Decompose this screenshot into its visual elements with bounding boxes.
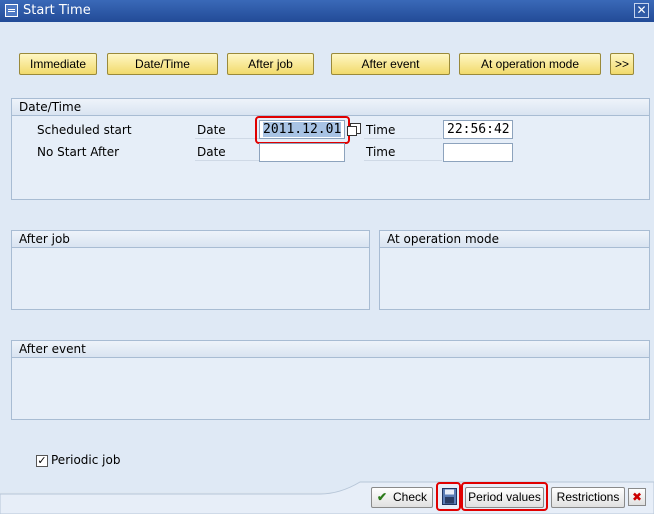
scheduled-start-label: Scheduled start xyxy=(37,123,132,137)
scheduled-start-date-label: Date xyxy=(195,121,259,139)
after-job-group: After job xyxy=(11,230,370,310)
save-highlight xyxy=(436,482,461,511)
calendar-picker-icon[interactable] xyxy=(347,123,361,136)
cancel-icon[interactable]: ✖ xyxy=(628,488,646,506)
no-start-after-date-label: Date xyxy=(195,143,259,161)
check-button-label: Check xyxy=(393,490,428,504)
check-icon: ✔ xyxy=(376,490,388,504)
date-time-button[interactable]: Date/Time xyxy=(107,53,218,75)
at-operation-mode-group: At operation mode xyxy=(379,230,650,310)
after-job-group-title: After job xyxy=(12,231,369,248)
periodic-job-checkbox[interactable]: ✓ xyxy=(36,455,48,467)
close-icon[interactable]: ✕ xyxy=(634,3,649,18)
more-button[interactable]: >> xyxy=(610,53,634,75)
no-start-after-time-label: Time xyxy=(364,143,442,161)
no-start-after-date-input[interactable] xyxy=(259,143,345,162)
after-event-group: After event xyxy=(11,340,650,420)
window-icon xyxy=(5,4,18,17)
date-highlight xyxy=(255,116,350,144)
after-event-button[interactable]: After event xyxy=(331,53,450,75)
check-button[interactable]: ✔ Check xyxy=(371,487,433,508)
no-start-after-time-input[interactable] xyxy=(443,143,513,162)
restrictions-button[interactable]: Restrictions xyxy=(551,487,625,508)
scheduled-start-time-label: Time xyxy=(364,121,442,139)
scheduled-start-time-input[interactable]: 22:56:42 xyxy=(443,120,513,139)
window-title: Start Time xyxy=(23,3,91,18)
no-start-after-label: No Start After xyxy=(37,145,120,159)
immediate-button[interactable]: Immediate xyxy=(19,53,97,75)
period-values-highlight xyxy=(461,482,548,511)
periodic-job-label: Periodic job xyxy=(51,453,121,467)
after-job-button[interactable]: After job xyxy=(227,53,314,75)
at-operation-mode-button[interactable]: At operation mode xyxy=(459,53,601,75)
window-title-bar: Start Time ✕ xyxy=(0,0,654,22)
date-time-group-title: Date/Time xyxy=(12,99,649,116)
after-event-group-title: After event xyxy=(12,341,649,358)
at-operation-mode-group-title: At operation mode xyxy=(380,231,649,248)
